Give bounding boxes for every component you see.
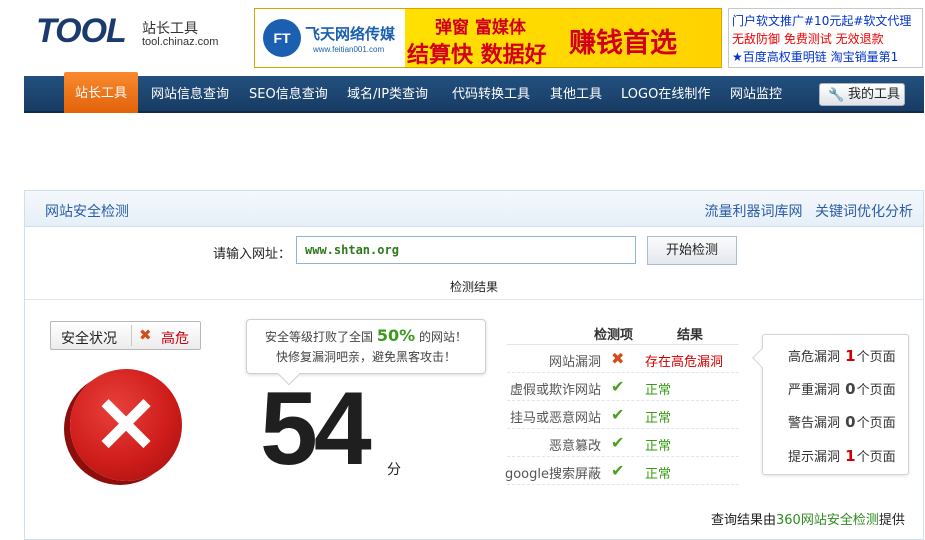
banner-slogan-2: 结算快 数据好 bbox=[407, 43, 547, 68]
nav-item-seo-info[interactable]: SEO信息查询 bbox=[249, 76, 328, 113]
divider bbox=[25, 299, 923, 300]
nav-item-domain-ip[interactable]: 域名/IP类查询 bbox=[347, 76, 428, 113]
nav-item-other-tools[interactable]: 其他工具 bbox=[550, 76, 602, 113]
summary-count: 0 bbox=[845, 380, 856, 398]
rank-bubble: 安全等级打败了全国 50% 的网站！ 快修复漏洞吧亲，避免黑客攻击！ bbox=[246, 319, 486, 386]
start-check-button[interactable]: 开始检测 bbox=[647, 236, 737, 265]
security-check-panel: 网站安全检测 流量利器词库网 关键词优化分析 请输入网址： www.shtan.… bbox=[24, 190, 924, 540]
vulnerability-summary: 高危漏洞 1个页面 严重漏洞 0个页面 警告漏洞 0个页面 提示漏洞 1个页面 bbox=[752, 334, 909, 475]
security-score: 54 bbox=[260, 371, 372, 487]
nav-item-webmaster-tools[interactable]: 站长工具 bbox=[64, 72, 139, 113]
my-tools-label: 我的工具 bbox=[848, 87, 901, 102]
check-name: google搜索屏蔽 bbox=[504, 467, 601, 482]
check-name: 恶意篡改 bbox=[548, 439, 601, 454]
credit-pre: 查询结果由 bbox=[711, 513, 777, 528]
check-result: 正常 bbox=[645, 411, 672, 426]
check-table-header: 检测项 结果 bbox=[507, 323, 739, 345]
cross-mark: ✕ bbox=[93, 381, 159, 469]
nav-item-site-monitor[interactable]: 网站监控 bbox=[730, 76, 782, 113]
check-row: 虚假或欺诈网站 ✔ 正常 bbox=[507, 373, 739, 401]
summary-count: 0 bbox=[845, 413, 856, 431]
ad-banner[interactable]: FT 飞天网络传媒 www.feitian001.com 弹窗 富媒体 结算快 … bbox=[254, 8, 722, 68]
logo-mark: TOOL bbox=[36, 12, 127, 50]
summary-suffix: 个页面 bbox=[856, 450, 896, 465]
nav-item-site-info[interactable]: 网站信息查询 bbox=[151, 76, 229, 113]
banner-url: www.feitian001.com bbox=[313, 45, 385, 54]
rank-line-2: 快修复漏洞吧亲，避免黑客攻击！ bbox=[275, 350, 456, 364]
summary-label: 提示漏洞 bbox=[788, 450, 841, 465]
pass-check-icon: ✔ bbox=[611, 461, 625, 480]
status-level: 高危 bbox=[161, 331, 189, 347]
credit-link[interactable]: 360网站安全检测 bbox=[776, 513, 879, 528]
wrench-icon: 🔧 bbox=[828, 88, 845, 103]
summary-row-high: 高危漏洞 1个页面 bbox=[788, 346, 896, 365]
result-title: 检测结果 bbox=[449, 280, 498, 294]
summary-row-severe: 严重漏洞 0个页面 bbox=[788, 379, 896, 398]
rank-percent: 50% bbox=[376, 326, 416, 345]
check-result: 正常 bbox=[645, 467, 672, 482]
check-row: 恶意篡改 ✔ 正常 bbox=[507, 429, 739, 457]
check-items-table: 检测项 结果 网站漏洞 ✖ 存在高危漏洞 虚假或欺诈网站 ✔ 正常 挂马或恶意网… bbox=[504, 323, 739, 485]
banner-brand: 飞天网络传媒 bbox=[305, 25, 396, 43]
status-label: 安全状况 bbox=[61, 331, 117, 347]
logo-title: 站长工具 bbox=[142, 21, 198, 37]
link-keyword-optimization[interactable]: 关键词优化分析 bbox=[815, 204, 913, 220]
pass-check-icon: ✔ bbox=[611, 377, 625, 396]
check-row: google搜索屏蔽 ✔ 正常 bbox=[504, 457, 739, 485]
logo-domain: tool.chinaz.com bbox=[142, 36, 219, 48]
header-check-item: 检测项 bbox=[593, 328, 633, 343]
panel-header-links: 流量利器词库网 关键词优化分析 bbox=[697, 201, 913, 221]
summary-row-hint: 提示漏洞 1个页面 bbox=[788, 446, 896, 465]
url-input-label: 请输入网址： bbox=[213, 247, 292, 262]
banner-slogan-1: 弹窗 富媒体 bbox=[435, 18, 526, 38]
main-nav: 站长工具 网站信息查询 SEO信息查询 域名/IP类查询 代码转换工具 其他工具… bbox=[24, 72, 924, 113]
check-result: 正常 bbox=[645, 439, 672, 454]
status-separator bbox=[131, 325, 132, 346]
big-danger-x-icon: ✕ bbox=[70, 369, 182, 481]
rank-post: 的网站！ bbox=[418, 330, 467, 344]
result-credit: 查询结果由360网站安全检测提供 bbox=[711, 509, 905, 528]
fail-x-icon: ✖ bbox=[611, 349, 625, 368]
check-row: 挂马或恶意网站 ✔ 正常 bbox=[507, 401, 739, 429]
summary-label: 警告漏洞 bbox=[788, 416, 841, 431]
summary-count[interactable]: 1 bbox=[845, 347, 855, 365]
summary-row-warning: 警告漏洞 0个页面 bbox=[788, 412, 896, 431]
panel-header: 网站安全检测 流量利器词库网 关键词优化分析 bbox=[25, 191, 923, 227]
summary-count[interactable]: 1 bbox=[845, 447, 855, 465]
text-ad-box: 门户软文推广#10元起#软文代理 无敌防御 免费测试 无效退款 ★百度高权重明链… bbox=[728, 8, 923, 68]
pass-check-icon: ✔ bbox=[611, 433, 625, 452]
summary-suffix: 个页面 bbox=[856, 350, 896, 365]
credit-post: 提供 bbox=[878, 513, 905, 528]
panel-title[interactable]: 网站安全检测 bbox=[45, 201, 129, 221]
check-name: 挂马或恶意网站 bbox=[509, 411, 601, 426]
my-tools-button[interactable]: 🔧 我的工具 bbox=[819, 83, 905, 106]
score-unit: 分 bbox=[387, 462, 401, 478]
text-ad-link-3[interactable]: ★百度高权重明链 淘宝销量第1 bbox=[732, 48, 919, 66]
summary-label: 严重漏洞 bbox=[788, 383, 841, 398]
check-result: 正常 bbox=[645, 383, 672, 398]
rank-pre: 安全等级打败了全国 bbox=[265, 330, 374, 344]
nav-item-logo-maker[interactable]: LOGO在线制作 bbox=[621, 76, 710, 113]
banner-headline: 赚钱首选 bbox=[569, 28, 677, 59]
site-logo[interactable]: TOOL 站长工具 tool.chinaz.com bbox=[36, 12, 236, 52]
check-result[interactable]: 存在高危漏洞 bbox=[645, 351, 723, 370]
security-status-badge: 安全状况 ✖ 高危 bbox=[50, 321, 201, 350]
ft-logo-icon: FT bbox=[263, 19, 301, 57]
summary-label: 高危漏洞 bbox=[788, 350, 841, 365]
header-result: 结果 bbox=[677, 328, 704, 343]
link-keyword-library[interactable]: 流量利器词库网 bbox=[705, 204, 803, 220]
text-ad-link-1[interactable]: 门户软文推广#10元起#软文代理 bbox=[732, 12, 919, 30]
summary-suffix: 个页面 bbox=[856, 383, 896, 398]
check-name: 网站漏洞 bbox=[548, 355, 601, 370]
check-name: 虚假或欺诈网站 bbox=[509, 383, 601, 398]
summary-tail bbox=[752, 348, 772, 368]
text-ad-link-2[interactable]: 无敌防御 免费测试 无效退款 bbox=[732, 30, 919, 48]
nav-item-code-convert[interactable]: 代码转换工具 bbox=[452, 76, 530, 113]
pass-check-icon: ✔ bbox=[611, 405, 625, 424]
summary-suffix: 个页面 bbox=[856, 416, 896, 431]
rank-line-1: 安全等级打败了全国 50% 的网站！ bbox=[247, 326, 485, 347]
url-input[interactable]: www.shtan.org bbox=[296, 236, 636, 264]
check-row: 网站漏洞 ✖ 存在高危漏洞 bbox=[507, 345, 739, 373]
danger-x-icon: ✖ bbox=[139, 326, 152, 344]
